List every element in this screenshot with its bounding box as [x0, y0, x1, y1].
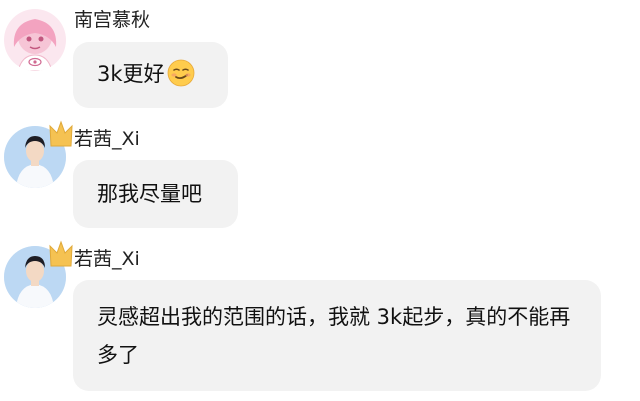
message-bubble[interactable]: 那我尽量吧	[73, 160, 238, 228]
crown-badge-icon	[48, 118, 74, 148]
sender-name: 若茜_Xi	[74, 248, 140, 270]
sender-name: 若茜_Xi	[74, 128, 140, 150]
sender-name: 南宫慕秋	[74, 9, 151, 31]
crown-badge-icon	[48, 238, 74, 268]
chat-message: 若茜_Xi 那我尽量吧	[0, 118, 640, 238]
message-text: 那我尽量吧	[97, 182, 202, 206]
chat-message: 南宫慕秋 3k更好	[0, 0, 640, 120]
chat-message: 若茜_Xi 灵感超出我的范围的话，我就 3k起步，真的不能再多了	[0, 238, 640, 401]
message-bubble[interactable]: 3k更好	[73, 42, 228, 108]
smirking-face-emoji-icon	[167, 59, 195, 87]
message-text: 3k更好	[97, 62, 165, 86]
anime-girl-avatar-icon	[4, 9, 66, 71]
avatar[interactable]	[4, 9, 66, 71]
message-text: 灵感超出我的范围的话，我就 3k起步，真的不能再多了	[97, 305, 571, 367]
message-bubble[interactable]: 灵感超出我的范围的话，我就 3k起步，真的不能再多了	[73, 280, 601, 391]
